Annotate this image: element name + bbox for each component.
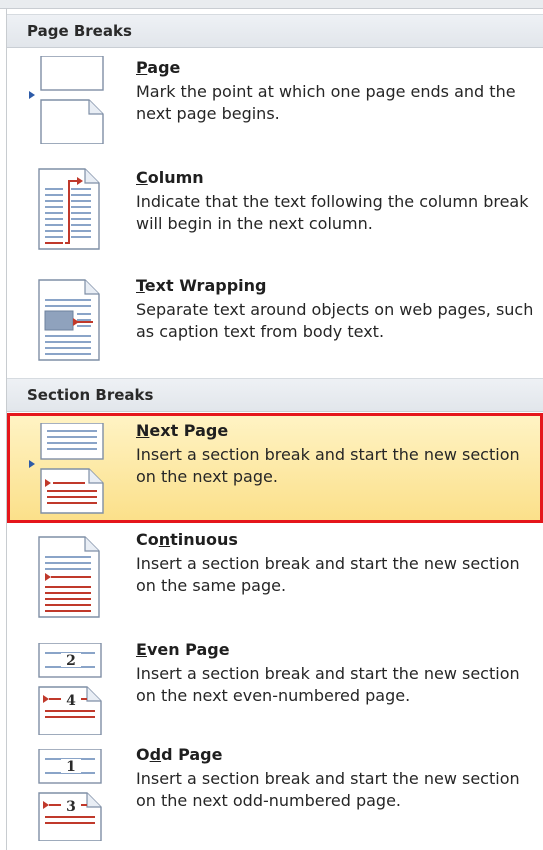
text-wrapping-description: Separate text around objects on web page…	[136, 300, 534, 341]
continuous-section-icon	[33, 533, 105, 621]
column-break-item[interactable]: Column Indicate that the text following …	[7, 158, 543, 278]
even-page-section-item[interactable]: 2 4 Even Page Insert a section break and…	[7, 635, 543, 755]
even-page-number-top: 2	[66, 653, 76, 669]
menu-top-edge	[0, 0, 543, 9]
odd-page-section-item[interactable]: 1 3 Odd Page Insert a section break and …	[7, 740, 543, 850]
next-page-section-description: Insert a section break and start the new…	[136, 445, 520, 486]
odd-page-section-description: Insert a section break and start the new…	[136, 769, 520, 810]
page-break-icon	[27, 56, 111, 144]
even-page-section-description: Insert a section break and start the new…	[136, 664, 520, 705]
text-wrapping-title: Text Wrapping	[136, 276, 267, 295]
text-wrapping-item[interactable]: Text Wrapping Separate text around objec…	[7, 266, 543, 386]
column-break-icon	[33, 165, 105, 253]
even-page-section-icon: 2 4	[31, 643, 111, 735]
odd-page-number-top: 1	[66, 759, 76, 775]
odd-page-section-icon: 1 3	[31, 749, 111, 841]
even-page-number-bottom: 4	[66, 693, 76, 709]
next-page-section-icon	[27, 423, 111, 515]
odd-page-number-bottom: 3	[66, 799, 76, 815]
continuous-section-title: Continuous	[136, 530, 238, 549]
page-breaks-header: Page Breaks	[7, 14, 543, 48]
page-break-item[interactable]: Page Mark the point at which one page en…	[7, 48, 543, 168]
even-page-section-title: Even Page	[136, 640, 230, 659]
odd-page-section-title: Odd Page	[136, 745, 223, 764]
column-break-title: Column	[136, 168, 204, 187]
section-breaks-header: Section Breaks	[7, 378, 543, 412]
continuous-section-item[interactable]: Continuous Insert a section break and st…	[7, 527, 543, 647]
page-break-title: Page	[136, 58, 181, 77]
next-page-section-item[interactable]: Next Page Insert a section break and sta…	[7, 413, 543, 523]
text-wrapping-icon	[33, 276, 105, 364]
page-break-description: Mark the point at which one page ends an…	[136, 82, 516, 123]
next-page-section-title: Next Page	[136, 421, 229, 440]
continuous-section-description: Insert a section break and start the new…	[136, 554, 520, 595]
column-break-description: Indicate that the text following the col…	[136, 192, 529, 233]
